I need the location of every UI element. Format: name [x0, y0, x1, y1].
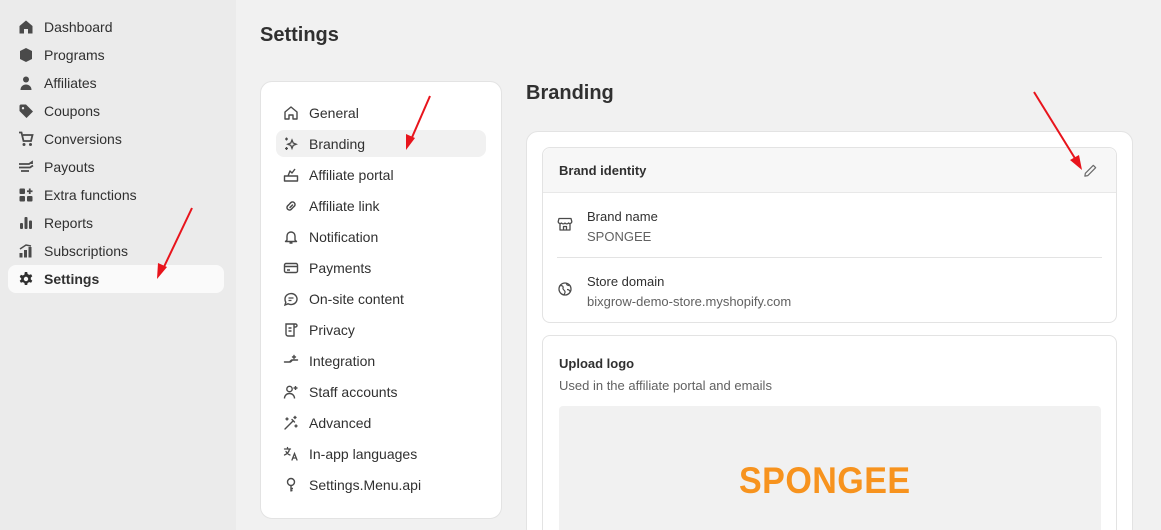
- settings-menu-label: Privacy: [309, 321, 355, 338]
- nav-item-reports[interactable]: Reports: [8, 209, 224, 237]
- subscription-icon: [18, 243, 34, 259]
- person-add-icon: [283, 384, 299, 400]
- nav-item-payouts[interactable]: Payouts: [8, 153, 224, 181]
- settings-menu-affiliate-link[interactable]: Affiliate link: [276, 192, 486, 219]
- nav-item-coupons[interactable]: Coupons: [8, 97, 224, 125]
- nav-item-label: Settings: [44, 271, 100, 287]
- edit-button[interactable]: [1080, 160, 1100, 180]
- nav-item-dashboard[interactable]: Dashboard: [8, 13, 224, 41]
- nav-item-subscriptions[interactable]: Subscriptions: [8, 237, 224, 265]
- settings-menu-label: Affiliate portal: [309, 166, 394, 183]
- bar-chart-icon: [18, 215, 34, 231]
- link-icon: [283, 198, 299, 214]
- store-domain-label: Store domain: [587, 274, 665, 289]
- settings-menu-general[interactable]: General: [276, 99, 486, 126]
- bell-icon: [283, 229, 299, 245]
- settings-menu-privacy[interactable]: Privacy: [276, 316, 486, 343]
- brand-identity-card: Brand identity Brand name SPONGEE Store …: [542, 147, 1117, 323]
- settings-menu: General Branding Affiliate portal Affili…: [260, 81, 502, 519]
- nav-item-settings[interactable]: Settings: [8, 265, 224, 293]
- store-domain-row: Store domain bixgrow-demo-store.myshopif…: [557, 257, 1102, 321]
- magic-wand-icon: [283, 415, 299, 431]
- nav-item-label: Programs: [44, 47, 105, 63]
- brand-name-label: Brand name: [587, 209, 658, 224]
- nav-item-label: Coupons: [44, 103, 101, 119]
- sparkle-icon: [283, 136, 299, 152]
- settings-menu-label: In-app languages: [309, 445, 418, 462]
- box-icon: [18, 47, 34, 63]
- pencil-icon: [1083, 163, 1098, 178]
- cart-icon: [18, 131, 34, 147]
- globe-icon: [557, 281, 573, 297]
- settings-menu-label: Payments: [309, 259, 372, 276]
- settings-menu-staff-accounts[interactable]: Staff accounts: [276, 378, 486, 405]
- home-icon: [18, 19, 34, 35]
- settings-menu-label: General: [309, 104, 359, 121]
- gear-icon: [18, 271, 34, 287]
- settings-menu-label: Notification: [309, 228, 379, 245]
- cash-icon: [18, 159, 34, 175]
- integration-icon: [283, 353, 299, 369]
- settings-menu-api[interactable]: Settings.Menu.api: [276, 471, 486, 498]
- home-outline-icon: [283, 105, 299, 121]
- store-icon: [557, 216, 573, 232]
- store-domain-value: bixgrow-demo-store.myshopify.com: [587, 294, 792, 309]
- key-icon: [283, 477, 299, 493]
- settings-menu-label: Staff accounts: [309, 383, 398, 400]
- settings-menu-affiliate-portal[interactable]: Affiliate portal: [276, 161, 486, 188]
- portal-icon: [283, 167, 299, 183]
- settings-menu-integration[interactable]: Integration: [276, 347, 486, 374]
- tag-icon: [18, 103, 34, 119]
- settings-menu-label: On-site content: [309, 290, 404, 307]
- settings-menu-advanced[interactable]: Advanced: [276, 409, 486, 436]
- language-icon: [283, 446, 299, 462]
- nav-item-label: Conversions: [44, 131, 122, 147]
- settings-menu-notification[interactable]: Notification: [276, 223, 486, 250]
- nav-item-label: Payouts: [44, 159, 95, 175]
- settings-menu-label: Affiliate link: [309, 197, 380, 214]
- nav-item-extra-functions[interactable]: Extra functions: [8, 181, 224, 209]
- brand-name-value: SPONGEE: [587, 229, 652, 244]
- settings-menu-label: Advanced: [309, 414, 372, 431]
- upload-logo-title: Upload logo: [559, 356, 635, 371]
- person-icon: [18, 75, 34, 91]
- brand-logo: SPONGEE: [739, 460, 911, 501]
- apps-icon: [18, 187, 34, 203]
- section-title: Branding: [526, 82, 614, 104]
- upload-logo-card: Upload logo Used in the affiliate portal…: [542, 335, 1117, 530]
- settings-menu-label: Integration: [309, 352, 376, 369]
- nav-item-label: Affiliates: [44, 75, 97, 91]
- nav-item-label: Dashboard: [44, 19, 113, 35]
- settings-menu-label: Branding: [309, 135, 366, 152]
- credit-card-icon: [283, 260, 299, 276]
- logo-preview[interactable]: SPONGEE: [559, 406, 1101, 530]
- settings-menu-on-site-content[interactable]: On-site content: [276, 285, 486, 312]
- settings-menu-label: Settings.Menu.api: [309, 476, 422, 493]
- chat-icon: [283, 291, 299, 307]
- settings-menu-in-app-languages[interactable]: In-app languages: [276, 440, 486, 467]
- nav-item-label: Extra functions: [44, 187, 137, 203]
- nav-item-label: Reports: [44, 215, 94, 231]
- nav-item-conversions[interactable]: Conversions: [8, 125, 224, 153]
- nav-item-label: Subscriptions: [44, 243, 129, 259]
- nav-item-programs[interactable]: Programs: [8, 41, 224, 69]
- upload-logo-subtitle: Used in the affiliate portal and emails: [559, 378, 772, 393]
- left-nav: Dashboard Programs Affiliates Coupons Co…: [0, 0, 236, 530]
- brand-name-row: Brand name SPONGEE: [557, 193, 1102, 257]
- brand-identity-header: Brand identity: [543, 148, 1116, 193]
- document-icon: [283, 322, 299, 338]
- page-title: Settings: [260, 24, 339, 46]
- settings-menu-branding[interactable]: Branding: [276, 130, 486, 157]
- nav-item-affiliates[interactable]: Affiliates: [8, 69, 224, 97]
- brand-identity-title: Brand identity: [559, 162, 647, 178]
- settings-menu-payments[interactable]: Payments: [276, 254, 486, 281]
